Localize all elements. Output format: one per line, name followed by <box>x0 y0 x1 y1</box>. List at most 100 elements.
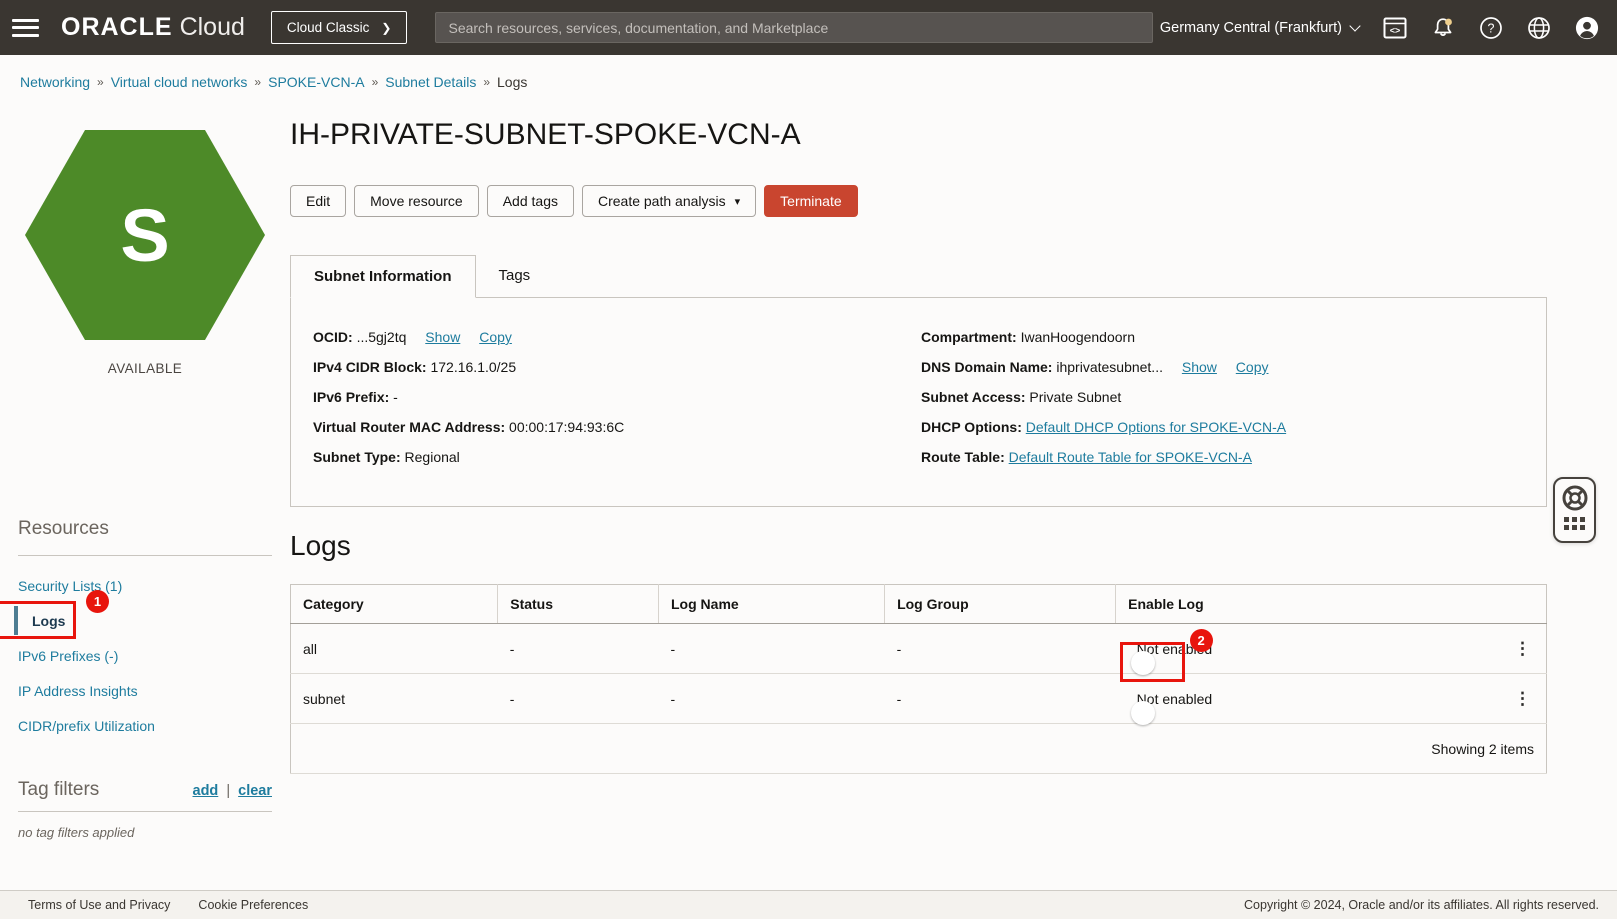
status-letter: S <box>120 194 169 277</box>
col-header-category: Category <box>290 584 499 624</box>
field-subnet-type: Subnet Type: Regional <box>313 449 460 465</box>
dhcp-options-link[interactable]: Default DHCP Options for SPOKE-VCN-A <box>1026 419 1286 435</box>
tag-filters-clear-link[interactable]: clear <box>238 783 272 799</box>
dns-copy-link[interactable]: Copy <box>1236 359 1269 375</box>
hamburger-menu-icon[interactable] <box>12 14 39 41</box>
cookie-preferences-link[interactable]: Cookie Preferences <box>198 898 308 912</box>
sidebar: S AVAILABLE Resources Security Lists (1)… <box>0 104 290 840</box>
logs-section-heading: Logs <box>290 530 351 561</box>
tag-filters-separator: | <box>226 783 231 799</box>
terminate-button[interactable]: Terminate <box>764 185 858 217</box>
breadcrumb-virtual-cloud-networks[interactable]: Virtual cloud networks <box>111 74 248 90</box>
brand-oracle: ORACLE <box>61 13 173 41</box>
breadcrumb-separator-icon: » <box>371 75 379 89</box>
breadcrumb: Networking » Virtual cloud networks » SP… <box>0 55 1617 104</box>
region-selector[interactable]: Germany Central (Frankfurt) <box>1159 19 1361 36</box>
edit-button[interactable]: Edit <box>290 185 347 217</box>
breadcrumb-separator-icon: » <box>97 75 104 89</box>
dns-show-link[interactable]: Show <box>1182 359 1217 375</box>
cell-log-group: - <box>884 673 1116 724</box>
main-content: IH-PRIVATE-SUBNET-SPOKE-VCN-A Edit Move … <box>290 104 1617 840</box>
tab-bar: Subnet Information Tags <box>290 255 1547 298</box>
breadcrumb-networking[interactable]: Networking <box>20 74 90 90</box>
tag-filters-heading: Tag filters <box>18 779 100 800</box>
cloud-classic-button[interactable]: Cloud Classic ❯ <box>270 11 408 44</box>
subnet-status-hexagon: S <box>25 130 265 340</box>
svg-text:<>: <> <box>1390 25 1401 35</box>
top-bar: ORACLE Cloud Cloud Classic ❯ Germany Cen… <box>0 0 1617 55</box>
sidebar-item-cidr-prefix-utilization[interactable]: CIDR/prefix Utilization <box>0 708 290 743</box>
ocid-show-link[interactable]: Show <box>425 329 460 345</box>
chevron-down-icon <box>1349 19 1361 32</box>
sidebar-item-security-lists[interactable]: Security Lists (1) <box>0 568 290 603</box>
help-icon[interactable]: ? <box>1479 16 1503 40</box>
cell-status: - <box>497 623 659 674</box>
tag-filters-section: Tag filters add | clear no tag filters a… <box>18 779 272 840</box>
route-table-link[interactable]: Default Route Table for SPOKE-VCN-A <box>1009 449 1252 465</box>
cell-log-name: - <box>658 673 885 724</box>
region-label: Germany Central (Frankfurt) <box>1159 19 1342 36</box>
cell-category: subnet <box>290 673 498 724</box>
terms-link[interactable]: Terms of Use and Privacy <box>28 898 170 912</box>
cloud-classic-label: Cloud Classic <box>286 20 370 35</box>
sidebar-item-logs[interactable]: Logs 1 <box>0 590 290 639</box>
page-footer: Terms of Use and Privacy Cookie Preferen… <box>0 890 1617 919</box>
add-tags-button[interactable]: Add tags <box>486 185 574 217</box>
field-ipv4-cidr-block: IPv4 CIDR Block: 172.16.1.0/25 <box>313 359 517 375</box>
resources-nav: Security Lists (1) Logs 1 IPv6 Prefixes … <box>0 568 290 743</box>
dropdown-caret-icon: ▾ <box>734 195 741 208</box>
subnet-information-panel: OCID: ...5gj2tq Show Copy IPv4 CIDR Bloc… <box>290 298 1547 507</box>
language-globe-icon[interactable] <box>1527 16 1551 40</box>
drag-handle-dots-icon[interactable] <box>1564 517 1585 530</box>
kebab-menu-icon[interactable]: ⋮ <box>1511 689 1534 709</box>
cell-category: all <box>290 623 498 674</box>
search-input[interactable] <box>435 12 1154 43</box>
user-avatar[interactable] <box>1575 16 1599 40</box>
move-resource-button[interactable]: Move resource <box>354 185 479 217</box>
action-buttons: Edit Move resource Add tags Create path … <box>290 185 1547 217</box>
tab-tags[interactable]: Tags <box>476 255 554 297</box>
status-badge: AVAILABLE <box>107 361 183 376</box>
field-route-table: Route Table: Default Route Table for SPO… <box>921 449 1252 465</box>
ocid-copy-link[interactable]: Copy <box>479 329 512 345</box>
support-widget[interactable] <box>1553 477 1596 543</box>
active-indicator-bar <box>14 606 18 635</box>
cell-log-name: - <box>658 623 885 674</box>
col-header-log-group: Log Group <box>884 584 1117 624</box>
brand-cloud: Cloud <box>179 13 245 41</box>
col-header-log-name: Log Name <box>658 584 886 624</box>
cell-log-group: - <box>884 623 1116 674</box>
resources-heading: Resources <box>18 518 109 539</box>
col-header-status: Status <box>497 584 659 624</box>
table-row-subnet: subnet - - - Not enabled ⋮ <box>290 673 1547 724</box>
cloud-shell-icon[interactable]: <> <box>1383 16 1407 40</box>
chevron-right-icon: ❯ <box>381 20 392 35</box>
table-summary-row: Showing 2 items <box>290 723 1547 774</box>
sidebar-item-ipv6-prefixes[interactable]: IPv6 Prefixes (-) <box>0 638 290 673</box>
divider <box>18 811 272 812</box>
field-virtual-router-mac: Virtual Router MAC Address: 00:00:17:94:… <box>313 419 625 435</box>
tab-subnet-information[interactable]: Subnet Information <box>290 255 476 298</box>
copyright-text: Copyright © 2024, Oracle and/or its affi… <box>1244 898 1599 912</box>
field-ocid: OCID: ...5gj2tq Show Copy <box>313 329 512 345</box>
cell-status: - <box>497 673 659 724</box>
breadcrumb-spoke-vcn-a[interactable]: SPOKE-VCN-A <box>268 74 364 90</box>
field-subnet-access: Subnet Access: Private Subnet <box>921 389 1122 405</box>
support-lifebuoy-icon <box>1562 485 1587 511</box>
field-dns-domain-name: DNS Domain Name: ihprivatesubnet... Show… <box>921 359 1269 375</box>
page-title: IH-PRIVATE-SUBNET-SPOKE-VCN-A <box>290 118 801 151</box>
tag-filters-empty-message: no tag filters applied <box>18 825 135 840</box>
breadcrumb-current: Logs <box>497 74 528 90</box>
table-row-all: all - - - 2 Not enabled ⋮ <box>290 623 1547 682</box>
notifications-bell-icon[interactable] <box>1431 16 1455 40</box>
kebab-menu-icon[interactable]: ⋮ <box>1511 639 1534 659</box>
oracle-cloud-logo[interactable]: ORACLE Cloud <box>61 13 245 42</box>
field-ipv6-prefix: IPv6 Prefix: - <box>313 389 398 405</box>
table-header-row: Category Status Log Name Log Group Enabl… <box>290 584 1547 624</box>
svg-text:?: ? <box>1488 21 1495 35</box>
create-path-analysis-button[interactable]: Create path analysis ▾ <box>581 185 757 217</box>
tag-filters-add-link[interactable]: add <box>193 783 219 799</box>
divider <box>18 555 272 556</box>
sidebar-item-ip-address-insights[interactable]: IP Address Insights <box>0 673 290 708</box>
breadcrumb-subnet-details[interactable]: Subnet Details <box>385 74 476 90</box>
